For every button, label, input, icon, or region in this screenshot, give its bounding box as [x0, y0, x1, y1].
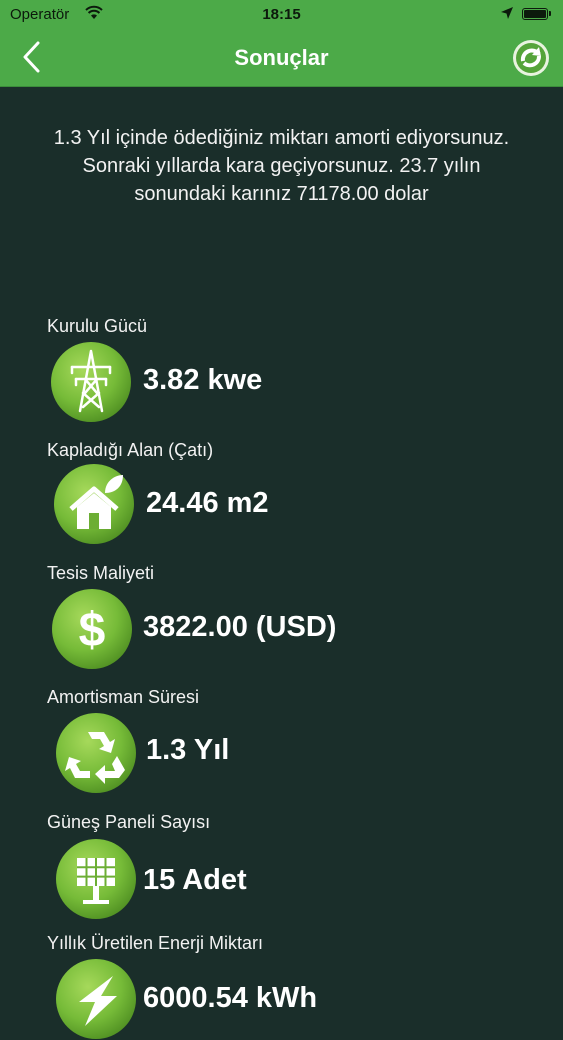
covered-area-value: 24.46 m2: [146, 487, 269, 519]
solar-panel-count-value: 15 Adet: [143, 864, 247, 896]
svg-text:$: $: [79, 604, 106, 657]
refresh-icon: [513, 40, 549, 76]
location-arrow-icon: [500, 6, 514, 24]
status-bar: Operatör 18:15: [0, 0, 563, 30]
summary-line-1: 1.3 Yıl içinde ödediğiniz miktarı amorti…: [53, 127, 510, 149]
result-summary: 1.3 Yıl içinde ödediğiniz miktarı amorti…: [8, 124, 555, 208]
payback-period-label: Amortisman Süresi: [47, 687, 200, 707]
facility-cost-value: 3822.00 (USD): [143, 611, 337, 643]
solar-panel-icon: [56, 839, 136, 919]
payback-period-value: 1.3 Yıl: [146, 734, 230, 766]
refresh-button[interactable]: [512, 39, 550, 77]
recycle-icon: [56, 713, 136, 793]
lightning-icon: [56, 959, 136, 1039]
annual-energy-label: Yıllık Üretilen Enerji Miktarı: [47, 933, 264, 953]
covered-area-label: Kapladığı Alan (Çatı): [47, 440, 214, 460]
summary-line-2: Sonraki yıllarda kara geçiyorsunuz. 23.7…: [82, 155, 481, 177]
battery-icon: [522, 8, 551, 20]
navigation-bar: Sonuçlar: [0, 30, 563, 87]
facility-cost-label: Tesis Maliyeti: [47, 563, 155, 583]
annual-energy-value: 6000.54 kWh: [143, 982, 318, 1014]
installed-power-label: Kurulu Gücü: [47, 316, 148, 336]
status-time: 18:15: [262, 6, 301, 23]
solar-panel-count-label: Güneş Paneli Sayısı: [47, 812, 211, 832]
page-title: Sonuçlar: [234, 45, 329, 70]
power-tower-icon: [51, 342, 131, 422]
installed-power-value: 3.82 kwe: [143, 364, 263, 396]
eco-house-icon: [54, 464, 134, 544]
dollar-icon: $: [52, 589, 132, 669]
summary-line-3: sonundaki karınız 71178.00 dolar: [134, 183, 429, 205]
